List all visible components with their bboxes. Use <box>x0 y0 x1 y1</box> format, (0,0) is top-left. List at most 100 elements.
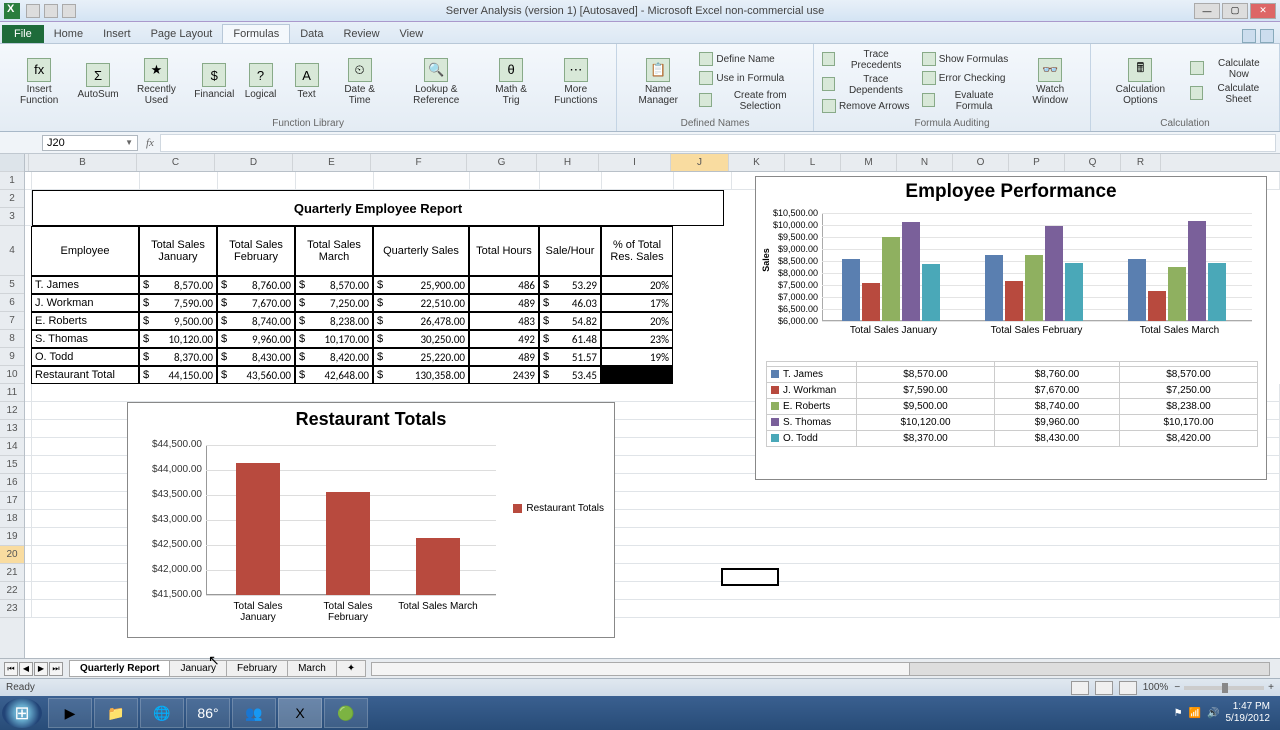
tab-review[interactable]: Review <box>333 25 389 43</box>
view-normal-button[interactable] <box>1071 681 1089 695</box>
sheet-nav-next[interactable]: ▶ <box>34 662 48 676</box>
clock-icon: ⏲ <box>348 58 372 82</box>
formula-icon <box>922 52 936 66</box>
fx-label-icon[interactable]: fx <box>140 137 160 149</box>
sheet-tab-quarterly-report[interactable]: Quarterly Report <box>69 660 170 677</box>
status-bar: Ready 100% −+ <box>0 678 1280 696</box>
chart-restaurant-totals[interactable]: Restaurant Totals Restaurant Totals $44,… <box>127 402 615 638</box>
maximize-button[interactable]: ▢ <box>1222 3 1248 19</box>
system-tray[interactable]: ⚑ 📶 🔊 1:47 PM5/19/2012 <box>1174 701 1278 725</box>
lookup-button[interactable]: 🔍Lookup & Reference <box>392 56 481 108</box>
sigma-icon: Σ <box>86 63 110 87</box>
show-formulas-button[interactable]: Show Formulas <box>920 51 1013 69</box>
taskbar-app2[interactable]: 🟢 <box>324 698 368 728</box>
ribbon-tabs: File Home Insert Page Layout Formulas Da… <box>0 22 1280 44</box>
taskbar-clock[interactable]: 1:47 PM5/19/2012 <box>1226 701 1271 725</box>
calculate-sheet-button[interactable]: Calculate Sheet <box>1188 82 1273 106</box>
text-icon: A <box>295 63 319 87</box>
arrow-icon <box>822 52 836 66</box>
undo-icon[interactable] <box>44 4 58 18</box>
recent-icon: ★ <box>144 58 168 82</box>
spreadsheet-grid[interactable]: 1234567891011121314151617181920212223 BC… <box>0 154 1280 658</box>
trace-precedents-button[interactable]: Trace Precedents <box>820 48 916 72</box>
calculate-now-button[interactable]: Calculate Now <box>1188 57 1273 81</box>
fx-small-icon <box>699 71 713 85</box>
remove-arrows-button[interactable]: Remove Arrows <box>820 98 916 116</box>
define-name-button[interactable]: Define Name <box>697 51 807 69</box>
column-headers[interactable]: BCDEFGHIJKLMNOPQR <box>25 154 1280 172</box>
eval-icon <box>922 93 935 107</box>
tab-view[interactable]: View <box>390 25 434 43</box>
tab-data[interactable]: Data <box>290 25 333 43</box>
help-icon[interactable] <box>1260 29 1274 43</box>
horizontal-scrollbar[interactable] <box>371 662 1270 676</box>
date-time-button[interactable]: ⏲Date & Time <box>332 56 388 108</box>
group-formula-auditing: Formula Auditing <box>914 117 989 129</box>
tray-flag-icon[interactable]: ⚑ <box>1174 708 1183 719</box>
tab-page-layout[interactable]: Page Layout <box>141 25 223 43</box>
start-button[interactable] <box>2 698 42 728</box>
group-function-library: Function Library <box>272 117 344 129</box>
name-manager-icon: 📋 <box>646 58 670 82</box>
name-box[interactable]: J20▼ <box>42 135 138 151</box>
close-button[interactable]: ✕ <box>1250 3 1276 19</box>
sheet-nav-first[interactable]: ⏮ <box>4 662 18 676</box>
window-titlebar: Server Analysis (version 1) [Autosaved] … <box>0 0 1280 22</box>
create-from-selection-button[interactable]: Create from Selection <box>697 89 807 113</box>
evaluate-formula-button[interactable]: Evaluate Formula <box>920 89 1013 113</box>
recently-used-button[interactable]: ★Recently Used <box>124 56 189 108</box>
tray-network-icon[interactable]: 📶 <box>1189 708 1201 719</box>
sheet-tab-march[interactable]: March <box>287 660 337 677</box>
sheet-nav-prev[interactable]: ◀ <box>19 662 33 676</box>
taskbar-app1[interactable]: 👥 <box>232 698 276 728</box>
error-checking-button[interactable]: Error Checking <box>920 70 1013 88</box>
select-all-corner[interactable] <box>0 154 24 172</box>
financial-button[interactable]: $Financial <box>193 61 235 102</box>
row-headers[interactable]: 1234567891011121314151617181920212223 <box>0 154 25 658</box>
trace-dependents-button[interactable]: Trace Dependents <box>820 73 916 97</box>
use-in-formula-button[interactable]: Use in Formula <box>697 70 807 88</box>
insert-function-button[interactable]: fxInsert Function <box>6 56 72 108</box>
tab-file[interactable]: File <box>2 25 44 43</box>
taskbar-weather[interactable]: 86° <box>186 698 230 728</box>
sheet-tab-february[interactable]: February <box>226 660 288 677</box>
formula-bar: J20▼ fx <box>0 132 1280 154</box>
minimize-button[interactable]: — <box>1194 3 1220 19</box>
more-functions-button[interactable]: ⋯More Functions <box>541 56 610 108</box>
tray-volume-icon[interactable]: 🔊 <box>1207 708 1219 719</box>
tab-formulas[interactable]: Formulas <box>222 24 290 43</box>
sheet-nav-last[interactable]: ⏭ <box>49 662 63 676</box>
theta-icon: θ <box>499 58 523 82</box>
save-icon[interactable] <box>26 4 40 18</box>
taskbar-excel[interactable]: X <box>278 698 322 728</box>
autosum-button[interactable]: ΣAutoSum <box>76 61 120 102</box>
fx-icon: fx <box>27 58 51 82</box>
text-button[interactable]: AText <box>286 61 328 102</box>
taskbar-explorer[interactable]: 📁 <box>94 698 138 728</box>
calc-now-icon <box>1190 61 1204 75</box>
chevron-down-icon[interactable]: ▼ <box>125 138 133 147</box>
tab-home[interactable]: Home <box>44 25 93 43</box>
view-page-layout-button[interactable] <box>1095 681 1113 695</box>
new-sheet-button[interactable]: ✦ <box>336 660 366 677</box>
logical-icon: ? <box>249 63 273 87</box>
ribbon: fxInsert Function ΣAutoSum ★Recently Use… <box>0 44 1280 132</box>
group-calculation: Calculation <box>1160 117 1209 129</box>
watch-window-button[interactable]: 👓Watch Window <box>1016 56 1084 108</box>
view-page-break-button[interactable] <box>1119 681 1137 695</box>
sheet-tab-january[interactable]: January <box>169 660 227 677</box>
logical-button[interactable]: ?Logical <box>240 61 282 102</box>
name-manager-button[interactable]: 📋Name Manager <box>623 56 693 108</box>
quick-access-toolbar[interactable] <box>26 4 76 18</box>
redo-icon[interactable] <box>62 4 76 18</box>
tab-insert[interactable]: Insert <box>93 25 141 43</box>
minimize-ribbon-icon[interactable] <box>1242 29 1256 43</box>
chart-employee-performance[interactable]: Employee Performance Sales $10,500.00$10… <box>755 176 1267 480</box>
taskbar-chrome[interactable]: 🌐 <box>140 698 184 728</box>
math-trig-button[interactable]: θMath & Trig <box>485 56 538 108</box>
zoom-slider[interactable]: −+ <box>1174 682 1274 693</box>
windows-taskbar: ▶ 📁 🌐 86° 👥 X 🟢 ⚑ 📶 🔊 1:47 PM5/19/2012 <box>0 696 1280 730</box>
calculation-options-button[interactable]: 🖩Calculation Options <box>1097 56 1184 108</box>
formula-input[interactable] <box>160 134 1276 152</box>
taskbar-media-player[interactable]: ▶ <box>48 698 92 728</box>
